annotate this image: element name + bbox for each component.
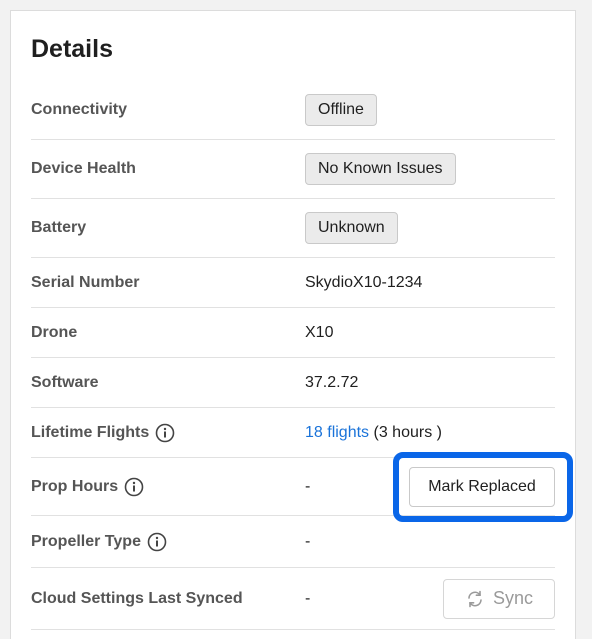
connectivity-label: Connectivity	[31, 101, 127, 119]
battery-status-badge: Unknown	[305, 212, 398, 244]
panel-title: Details	[31, 35, 113, 63]
sync-button[interactable]: Sync	[443, 578, 555, 619]
row-device-health: Device Health No Known Issues	[31, 140, 555, 199]
propeller-type-label: Propeller Type	[31, 532, 167, 552]
device-health-label: Device Health	[31, 160, 136, 178]
connectivity-value: Offline	[305, 94, 377, 126]
drone-label-text: Drone	[31, 323, 78, 341]
mark-replaced-button[interactable]: Mark Replaced	[409, 466, 555, 507]
row-prop-hours: Prop Hours - Mark Replaced	[31, 451, 573, 522]
drone-value: X10	[305, 323, 334, 341]
row-lifetime-flights: Lifetime Flights 18 flights (3 hours )	[31, 408, 555, 458]
cloud-settings-label-text: Cloud Settings Last Synced	[31, 589, 243, 607]
sync-icon	[465, 589, 485, 609]
propeller-type-label-text: Propeller Type	[31, 532, 141, 550]
row-cloud-settings: Cloud Settings Last Synced - Sync	[31, 568, 555, 630]
serial-number-label: Serial Number	[31, 274, 139, 292]
lifetime-flights-value: 18 flights (3 hours )	[305, 424, 442, 442]
info-icon[interactable]	[124, 477, 144, 497]
propeller-type-value: -	[305, 532, 311, 550]
cloud-settings-value: -	[305, 589, 311, 607]
drone-label: Drone	[31, 324, 77, 342]
battery-label: Battery	[31, 219, 86, 237]
lifetime-flights-label: Lifetime Flights	[31, 423, 175, 443]
battery-value: Unknown	[305, 212, 398, 244]
flights-hours: (3 hours )	[373, 423, 442, 441]
prop-hours-label: Prop Hours	[31, 477, 144, 497]
row-software: Software 37.2.72	[31, 358, 555, 408]
info-icon[interactable]	[155, 423, 175, 443]
info-icon[interactable]	[147, 532, 167, 552]
software-value: 37.2.72	[305, 373, 359, 391]
row-connectivity: Connectivity Offline	[31, 81, 555, 140]
lifetime-flights-label-text: Lifetime Flights	[31, 423, 150, 441]
connectivity-status-badge: Offline	[305, 94, 377, 126]
flights-link[interactable]: 18 flights	[305, 424, 369, 441]
device-health-value: No Known Issues	[305, 153, 456, 185]
serial-number-value: SkydioX10-1234	[305, 273, 423, 291]
software-label: Software	[31, 374, 99, 392]
row-battery: Battery Unknown	[31, 199, 555, 258]
serial-number-label-text: Serial Number	[31, 273, 140, 291]
row-propeller-type: Propeller Type -	[31, 516, 555, 568]
details-panel: Details Connectivity Offline Device Heal…	[10, 10, 576, 639]
sync-button-label: Sync	[492, 588, 534, 608]
connectivity-label-text: Connectivity	[31, 101, 128, 118]
row-drone: Drone X10	[31, 308, 555, 358]
prop-hours-value: -	[305, 477, 311, 495]
software-label-text: Software	[31, 373, 99, 391]
device-health-label-text: Device Health	[31, 160, 136, 177]
cloud-settings-label: Cloud Settings Last Synced	[31, 590, 243, 608]
prop-hours-label-text: Prop Hours	[31, 477, 119, 495]
row-serial-number: Serial Number SkydioX10-1234	[31, 258, 555, 308]
device-health-status-badge: No Known Issues	[305, 153, 456, 185]
battery-label-text: Battery	[31, 219, 87, 236]
